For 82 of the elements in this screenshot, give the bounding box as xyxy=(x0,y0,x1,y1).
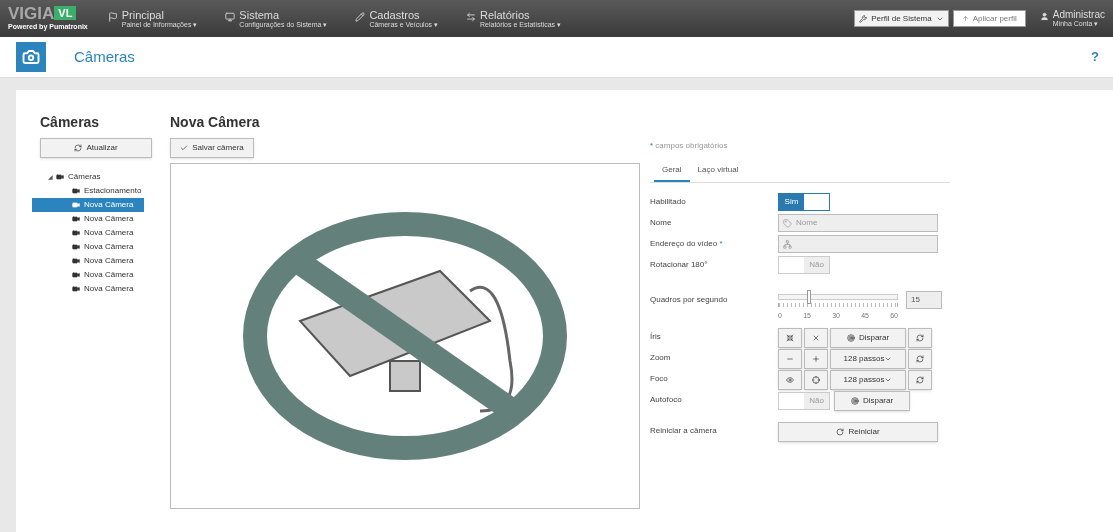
tab[interactable]: Geral xyxy=(654,160,690,182)
field-label: Íris xyxy=(650,330,661,343)
field-label: Quadros por segundo xyxy=(650,294,728,306)
video-camera-icon xyxy=(72,285,80,293)
tree-item[interactable]: Nova Câmera xyxy=(72,240,142,254)
zoom-in-button[interactable] xyxy=(804,348,828,369)
panel-title: Nova Câmera xyxy=(170,113,261,132)
arrow-up-icon xyxy=(961,15,969,22)
field-label: Habilitado xyxy=(650,196,686,208)
profile-select[interactable]: Perfil de Sistema xyxy=(854,10,949,27)
reset-button[interactable] xyxy=(908,348,932,369)
save-button[interactable]: Salvar câmera xyxy=(170,138,254,158)
wrench-icon xyxy=(859,14,868,23)
check-icon xyxy=(180,144,189,152)
text-field[interactable] xyxy=(778,235,938,253)
focus-far-button[interactable] xyxy=(804,369,828,390)
apply-profile-button[interactable]: Aplicar perfil xyxy=(952,10,1026,27)
camera-icon xyxy=(16,42,46,72)
refresh-icon xyxy=(916,375,924,384)
restart-icon xyxy=(836,427,845,436)
help-link[interactable]: ? xyxy=(1091,47,1099,67)
number-field[interactable]: 15 xyxy=(906,291,942,309)
cross-icon xyxy=(812,333,820,342)
steps-select[interactable]: 128 passos xyxy=(830,369,906,390)
required-note: * campos obrigatórios xyxy=(650,140,729,152)
nav-icon xyxy=(355,11,366,22)
field-label: Endereço do vídeo * xyxy=(650,238,723,250)
tree-item[interactable]: Nova Câmera xyxy=(72,268,142,282)
tab[interactable]: Laço virtual xyxy=(689,160,747,182)
network-icon xyxy=(783,239,792,249)
refresh-icon xyxy=(916,333,924,342)
restart-button[interactable]: Reiniciar xyxy=(778,421,938,442)
tree-item[interactable]: Nova Câmera xyxy=(32,198,144,212)
field-label: Autofoco xyxy=(650,393,682,406)
nav-icon xyxy=(107,11,118,22)
trigger-button[interactable]: Disparar xyxy=(834,390,910,411)
video-camera-icon xyxy=(72,229,80,237)
toggle-switch[interactable]: Sim xyxy=(778,193,830,211)
plus-icon xyxy=(812,354,820,363)
user-icon xyxy=(1039,12,1049,21)
focus-near-button[interactable] xyxy=(778,369,802,390)
page-title: Câmeras xyxy=(74,46,135,67)
iris-close-button[interactable] xyxy=(778,327,802,348)
field-label: Rotacionar 180° xyxy=(650,259,708,271)
target-icon xyxy=(850,396,859,405)
logo-badge: VL xyxy=(54,6,77,21)
video-camera-icon xyxy=(72,271,80,279)
refresh-icon xyxy=(916,354,924,363)
field-label: Reiniciar a câmera xyxy=(650,424,717,437)
refresh-icon xyxy=(74,144,83,152)
target-icon xyxy=(846,333,855,342)
field-label: Foco xyxy=(650,372,668,385)
tree-item[interactable]: Câmeras xyxy=(56,170,109,184)
panel-title: Câmeras xyxy=(40,113,101,132)
eye-icon xyxy=(786,375,794,384)
video-camera-icon xyxy=(72,257,80,265)
tag-icon xyxy=(783,218,792,228)
video-camera-icon xyxy=(72,243,80,251)
tree-item[interactable]: Nova Câmera xyxy=(72,212,142,226)
steps-select[interactable]: 128 passos xyxy=(830,348,906,369)
video-camera-icon xyxy=(56,173,64,181)
field-label: Zoom xyxy=(650,351,671,364)
zoom-out-button[interactable] xyxy=(778,348,802,369)
nav-icon xyxy=(225,11,236,22)
video-camera-icon xyxy=(72,215,80,223)
slider-thumb[interactable] xyxy=(806,290,811,304)
shrink-icon xyxy=(786,333,794,342)
trigger-button[interactable]: Disparar xyxy=(830,327,906,348)
logo-text: VIGIA xyxy=(8,4,55,22)
reset-button[interactable] xyxy=(908,327,932,348)
crosshair-icon xyxy=(812,375,820,384)
tree-item[interactable]: Nova Câmera xyxy=(72,282,142,296)
tree-item[interactable]: Nova Câmera xyxy=(72,226,142,240)
iris-open-button[interactable] xyxy=(804,327,828,348)
field-label: Nome xyxy=(650,217,672,229)
tree-item[interactable]: Estacionamento xyxy=(72,184,150,198)
tree-item[interactable]: Nova Câmera xyxy=(72,254,142,268)
video-camera-icon xyxy=(72,187,80,195)
reset-button[interactable] xyxy=(908,369,932,390)
video-camera-icon xyxy=(72,201,80,209)
nav-icon xyxy=(466,11,476,22)
refresh-button[interactable]: Atualizar xyxy=(40,138,152,158)
